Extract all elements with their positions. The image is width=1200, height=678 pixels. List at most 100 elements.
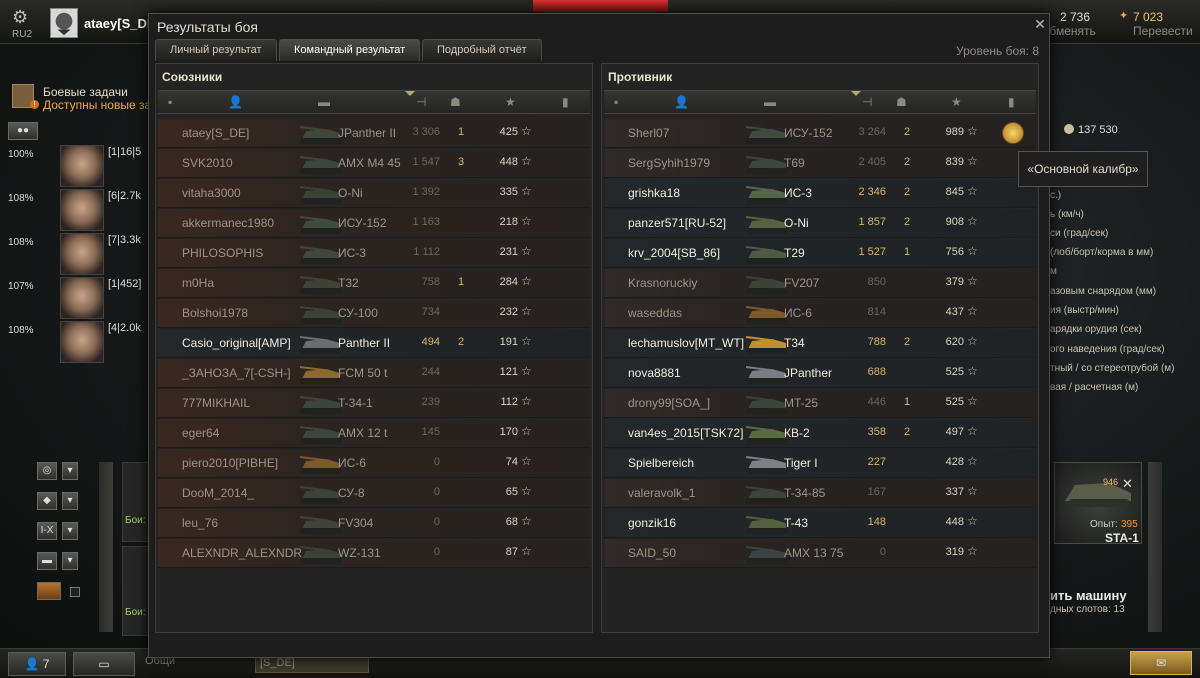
player-row[interactable]: PHILOSOPHIS ИС-3 1 112 231 ☆ [158, 239, 590, 268]
player-row[interactable]: Spielbereich Tiger I 227 428 ☆ [604, 449, 1036, 478]
player-name[interactable]: SergSyhih1979 [628, 156, 710, 170]
player-row[interactable]: nova8881 JPanther 688 525 ☆ [604, 359, 1036, 388]
player-row[interactable]: krv_2004[SB_86] T29 1 527 1 756 ☆ [604, 239, 1036, 268]
player-name[interactable]: gonzik16 [628, 516, 676, 530]
dropdown-arrow-icon[interactable]: ▾ [62, 462, 78, 480]
player-name[interactable]: valeravolk_1 [628, 486, 695, 500]
player-name[interactable]: SVK2010 [182, 156, 233, 170]
tab-detailed[interactable]: Подробный отчёт [422, 39, 542, 61]
player-row[interactable]: SergSyhih1979 T69 2 405 2 839 ☆ [604, 149, 1036, 178]
player-name[interactable]: ALEXNDR_ALEXNDR [182, 546, 302, 560]
player-row[interactable]: leu_76 FV304 0 68 ☆ [158, 509, 590, 538]
player-row[interactable]: panzer571[RU-52] O-Ni 1 857 2 908 ☆ [604, 209, 1036, 238]
vehicle-column-icon[interactable]: ▬ [764, 95, 776, 109]
player-row[interactable]: _ЗАНОЗА_7[-CSH-] FCM 50 t 244 121 ☆ [158, 359, 590, 388]
settings-gear-icon[interactable]: ⚙ [12, 8, 30, 26]
player-row[interactable]: akkermanec1980 ИСУ-152 1 163 218 ☆ [158, 209, 590, 238]
player-row[interactable]: piero2010[PIBHE] ИС-6 0 74 ☆ [158, 449, 590, 478]
xp-column-icon[interactable]: ★ [505, 95, 516, 109]
player-name[interactable]: m0Ha [182, 276, 214, 290]
dropdown-arrow-icon[interactable]: ▾ [62, 522, 78, 540]
kills-column-icon[interactable]: ☗ [896, 95, 907, 109]
premium-filter-icon[interactable] [37, 582, 61, 600]
player-row[interactable]: m0Ha T32 758 1 284 ☆ [158, 269, 590, 298]
service-button[interactable]: ✉ [1130, 651, 1192, 675]
carousel-vehicle-card[interactable] [122, 546, 150, 636]
squad-column-icon[interactable]: ▪ [168, 95, 172, 109]
player-column-icon[interactable]: 👤 [674, 95, 689, 109]
squad-column-icon[interactable]: ▪ [614, 95, 618, 109]
player-row[interactable]: DooM_2014_ СУ-8 0 65 ☆ [158, 479, 590, 508]
player-row[interactable]: ALEXNDR_ALEXNDR WZ-131 0 87 ☆ [158, 539, 590, 568]
player-row[interactable]: Krasnoruckiy FV207 850 379 ☆ [604, 269, 1036, 298]
player-row[interactable]: waseddas ИС-6 814 437 ☆ [604, 299, 1036, 328]
crew-member[interactable]: 108% [4|2.0k [0, 320, 150, 364]
damage-column-icon[interactable]: ⊣ [862, 95, 872, 109]
player-name[interactable]: vitaha3000 [182, 186, 241, 200]
close-icon[interactable]: ✕ [1033, 17, 1047, 31]
player-row[interactable]: SVK2010 AMX M4 45 1 547 3 448 ☆ [158, 149, 590, 178]
player-name[interactable]: panzer571[RU-52] [628, 216, 726, 230]
player-name[interactable]: akkermanec1980 [182, 216, 274, 230]
player-row[interactable]: grishka18 ИС-3 2 346 2 845 ☆ [604, 179, 1036, 208]
vehicle-column-icon[interactable]: ▬ [318, 95, 330, 109]
player-row[interactable]: Bolshoi1978 СУ-100 734 232 ☆ [158, 299, 590, 328]
player-name[interactable]: 777MIKHAIL [182, 396, 250, 410]
clan-emblem[interactable] [50, 8, 78, 38]
level-filter[interactable]: I-X [37, 522, 57, 540]
player-name[interactable]: leu_76 [182, 516, 218, 530]
player-name[interactable]: Krasnoruckiy [628, 276, 697, 290]
kills-column-icon[interactable]: ☗ [450, 95, 461, 109]
crew-member[interactable]: 108% [6|2.7k [0, 188, 150, 232]
player-name[interactable]: SAID_50 [628, 546, 676, 560]
player-name[interactable]: DooM_2014_ [182, 486, 254, 500]
player-row[interactable]: Casio_original[AMP] Panther II 494 2 191 ☆ [158, 329, 590, 358]
dropdown-arrow-icon[interactable]: ▾ [62, 492, 78, 510]
carousel-right-arrow[interactable] [1148, 462, 1162, 632]
filter-checkbox[interactable] [70, 587, 80, 597]
carousel-vehicle-card[interactable] [122, 462, 150, 542]
player-name[interactable]: lechamuslov[MT_WT] [628, 336, 744, 350]
player-name[interactable]: eger64 [182, 426, 219, 440]
medal-icon[interactable] [1002, 122, 1024, 144]
player-row[interactable]: 777MIKHAIL T-34-1 239 112 ☆ [158, 389, 590, 418]
crew-member[interactable]: 108% [7|3.3k [0, 232, 150, 276]
player-name[interactable]: krv_2004[SB_86] [628, 246, 720, 260]
player-name[interactable]: piero2010[PIBHE] [182, 456, 278, 470]
player-row[interactable]: drony99[SOA_] MT-25 446 1 525 ☆ [604, 389, 1036, 418]
player-name[interactable]: Sherl07 [628, 126, 669, 140]
transfer-link[interactable]: Перевести [1133, 24, 1193, 38]
player-name[interactable]: Spielbereich [628, 456, 694, 470]
player-name[interactable]: _ЗАНОЗА_7[-CSH-] [182, 366, 291, 380]
player-name[interactable]: nova8881 [628, 366, 681, 380]
player-row[interactable]: gonzik16 T-43 148 448 ☆ [604, 509, 1036, 538]
xp-column-icon[interactable]: ★ [951, 95, 962, 109]
player-name[interactable]: waseddas [628, 306, 682, 320]
dropdown-arrow-icon[interactable]: ▾ [62, 552, 78, 570]
tasks-title[interactable]: Боевые задачи [43, 85, 128, 99]
class-filter-icon[interactable]: ▬ [37, 552, 57, 570]
selected-vehicle-card[interactable]: 946 Опыт: 395 STA-1 [1054, 462, 1142, 545]
player-name[interactable]: Bolshoi1978 [182, 306, 248, 320]
crew-member[interactable]: 100% [1|16|5 [0, 144, 150, 188]
type-filter-icon[interactable]: ◆ [37, 492, 57, 510]
player-name[interactable]: PHILOSOPHIS [182, 246, 263, 260]
player-row[interactable]: van4es_2015[TSK72] КВ-2 358 2 497 ☆ [604, 419, 1036, 448]
player-row[interactable]: lechamuslov[MT_WT] T34 788 2 620 ☆ [604, 329, 1036, 358]
crew-member[interactable]: 107% [1|452] [0, 276, 150, 320]
crew-toggle-icon[interactable]: ●● [8, 122, 38, 140]
player-row[interactable]: eger64 AMX 12 t 145 170 ☆ [158, 419, 590, 448]
damage-column-icon[interactable]: ⊣ [416, 95, 426, 109]
buy-vehicle-title[interactable]: ить машину [1050, 588, 1127, 603]
battle-button[interactable] [533, 0, 668, 12]
player-column-icon[interactable]: 👤 [228, 95, 243, 109]
medals-column-icon[interactable]: ▮ [1008, 95, 1015, 109]
player-name[interactable]: grishka18 [628, 186, 680, 200]
close-icon[interactable]: ✕ [1122, 476, 1133, 492]
carousel-left-arrow[interactable] [99, 462, 113, 632]
medals-column-icon[interactable]: ▮ [562, 95, 569, 109]
player-name[interactable]: drony99[SOA_] [628, 396, 710, 410]
friends-button[interactable]: 👤 7 [8, 652, 66, 676]
player-name[interactable]: van4es_2015[TSK72] [628, 426, 743, 440]
player-name[interactable]: ataey[S_DE] [182, 126, 249, 140]
